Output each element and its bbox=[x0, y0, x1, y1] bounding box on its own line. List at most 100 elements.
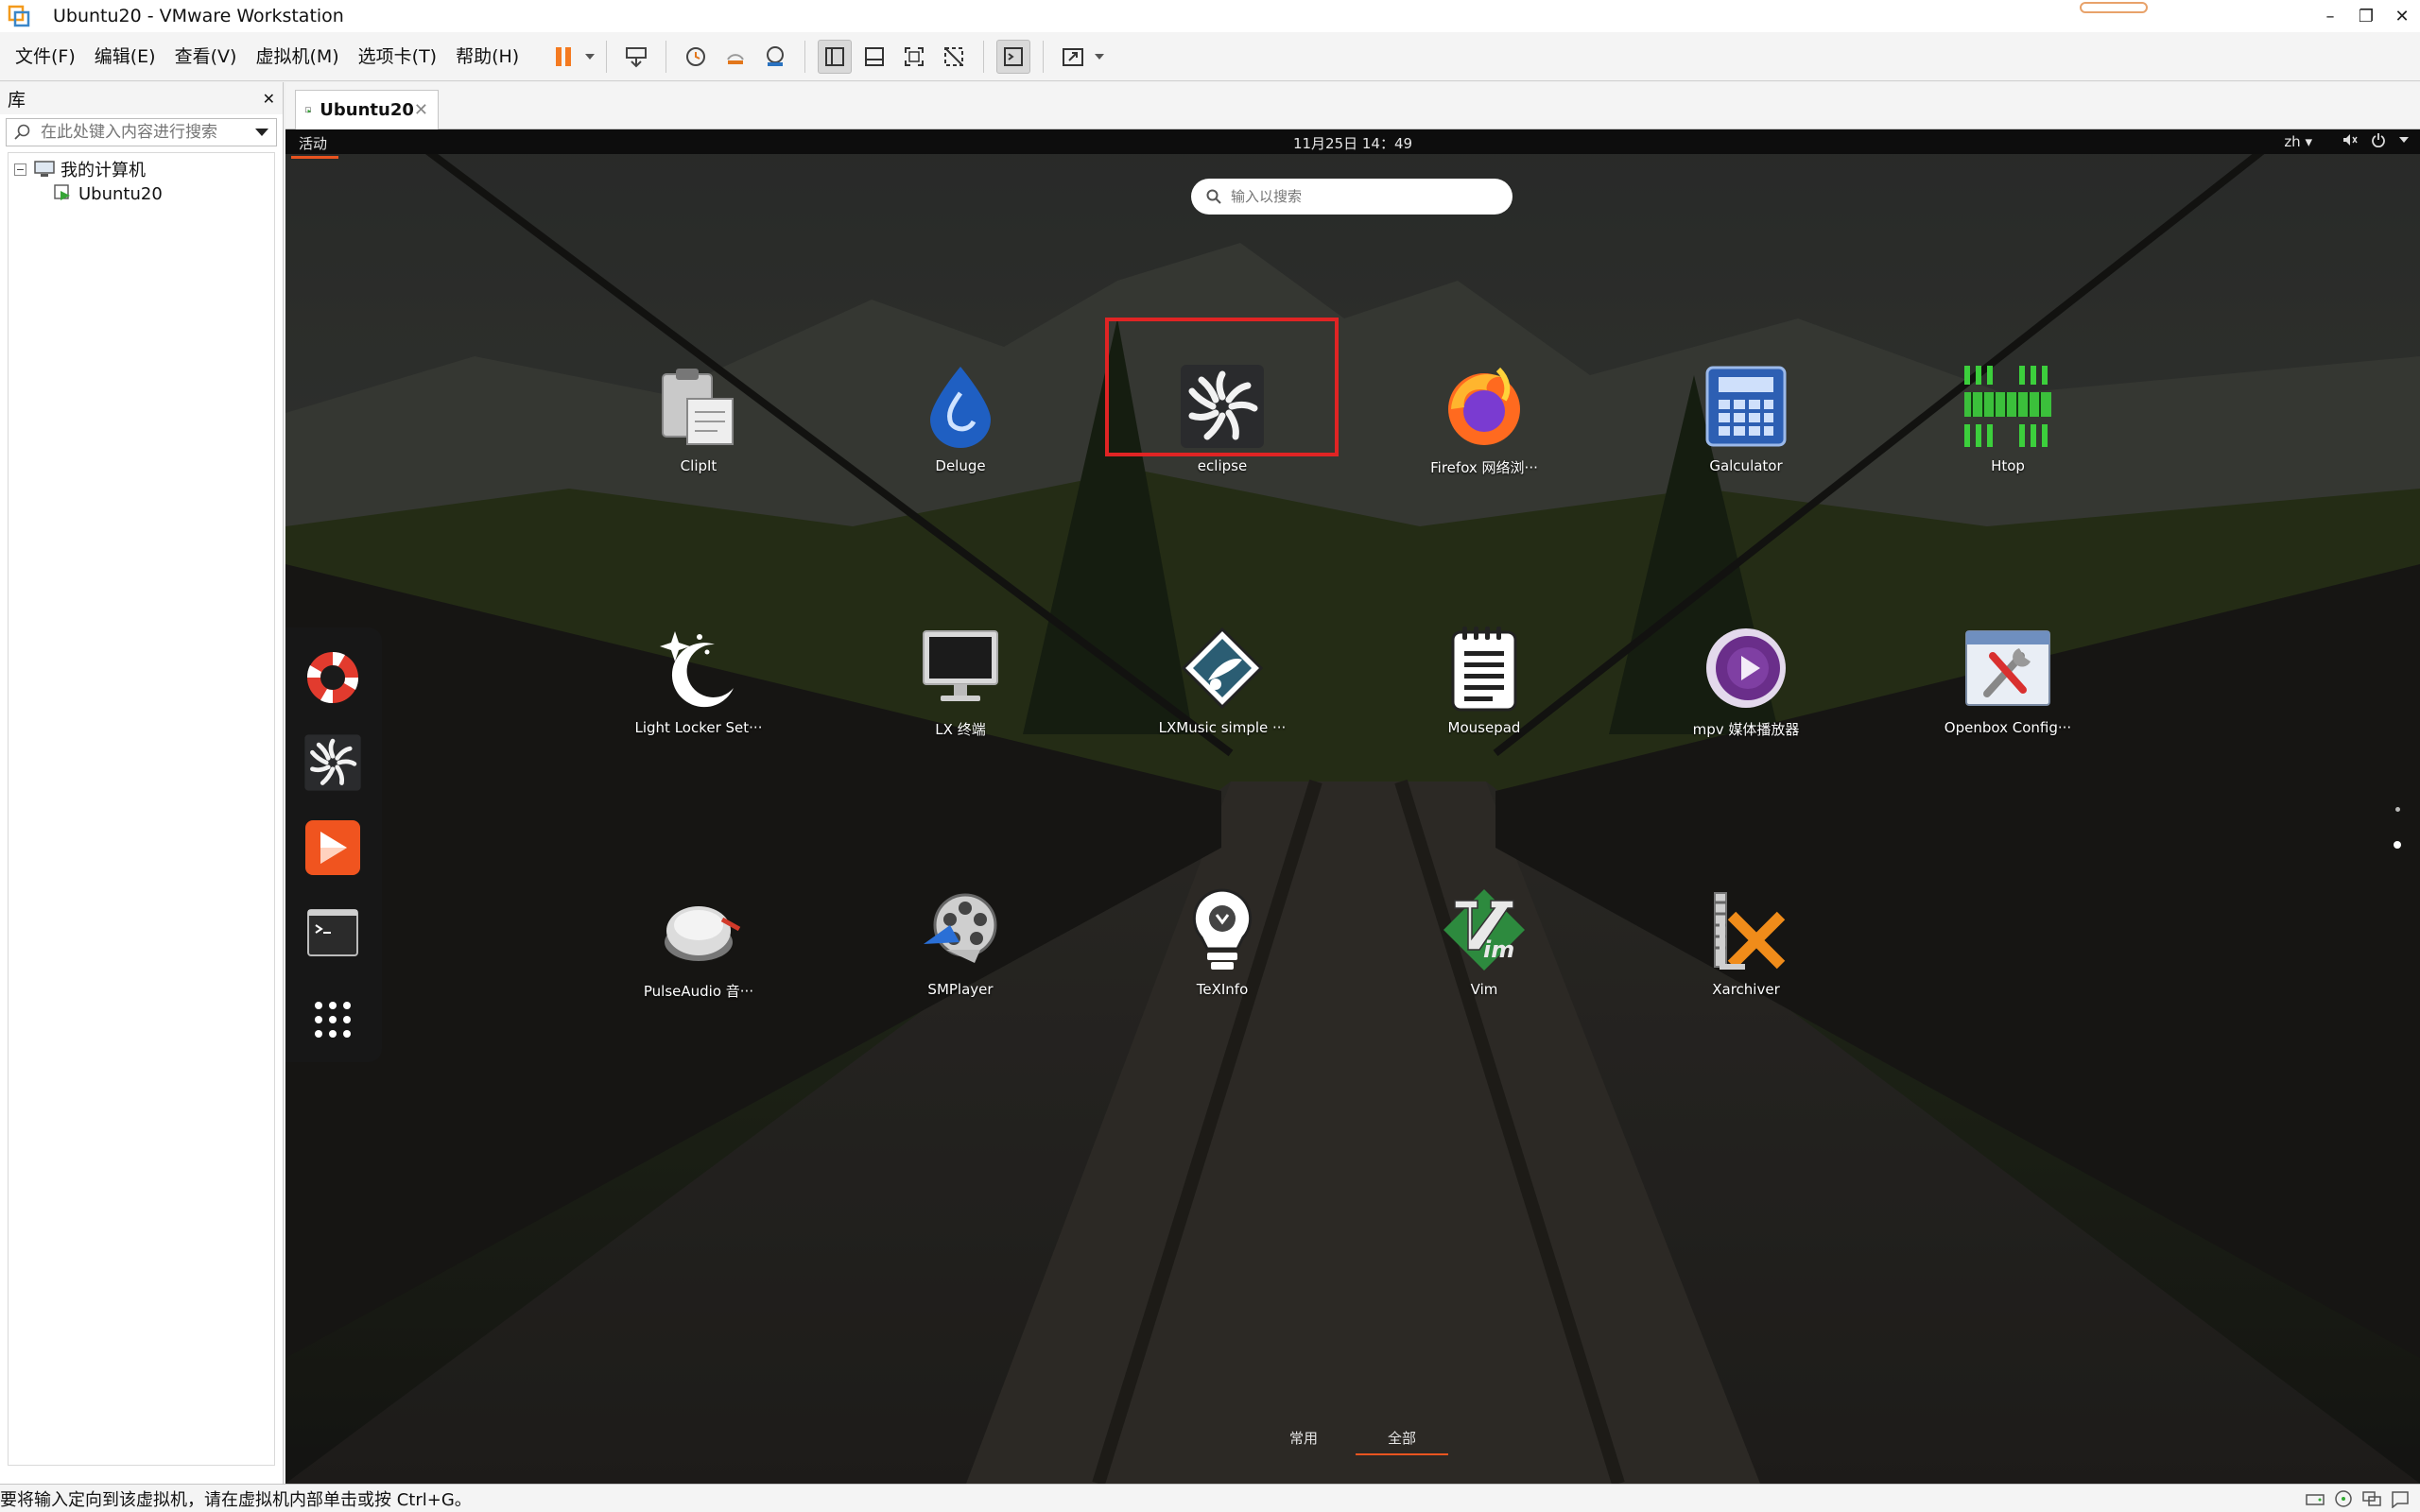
vm-tab-bar: Ubuntu20 ✕ bbox=[285, 82, 2420, 129]
tree-node-label: 我的计算机 bbox=[60, 161, 146, 180]
app-label: PulseAudio 音··· bbox=[643, 983, 754, 1000]
vmware-app-icon bbox=[8, 5, 30, 27]
system-menu[interactable] bbox=[2342, 132, 2409, 147]
snapshot-button[interactable] bbox=[679, 40, 713, 74]
tab-label: Ubuntu20 bbox=[320, 100, 414, 120]
send-ctrl-alt-del-button[interactable] bbox=[619, 40, 653, 74]
lifebuoy-icon bbox=[306, 651, 359, 704]
show-library-button[interactable] bbox=[818, 39, 853, 74]
tab-all[interactable]: 全部 bbox=[1355, 1428, 1449, 1455]
pause-button[interactable] bbox=[546, 40, 580, 74]
show-applications-button[interactable] bbox=[302, 988, 364, 1051]
page-indicator-2[interactable] bbox=[2394, 841, 2401, 849]
status-bar: 要将输入定向到该虚拟机，请在虚拟机内部单击或按 Ctrl+G。 bbox=[0, 1484, 2420, 1512]
close-library-button[interactable]: ✕ bbox=[263, 90, 275, 108]
app-vim[interactable]: im Vim bbox=[1390, 885, 1579, 1026]
console-view-button[interactable] bbox=[996, 39, 1031, 74]
tab-ubuntu20[interactable]: Ubuntu20 ✕ bbox=[295, 90, 439, 129]
dock-help[interactable] bbox=[302, 646, 364, 709]
app-smplayer[interactable]: SMPlayer bbox=[866, 885, 1055, 1026]
restore-button[interactable]: ❐ bbox=[2348, 0, 2384, 32]
thumbnail-bar-button[interactable] bbox=[857, 40, 891, 74]
tree-node-label: Ubuntu20 bbox=[78, 183, 163, 204]
full-screen-button[interactable] bbox=[897, 40, 931, 74]
app-deluge[interactable]: Deluge bbox=[866, 361, 1055, 503]
collapse-toggle[interactable]: − bbox=[14, 163, 26, 176]
library-panel: 库 ✕ − 我的计算机 Ubuntu20 bbox=[0, 82, 284, 1484]
app-openbox-config[interactable]: Openbox Config··· bbox=[1913, 623, 2102, 765]
app-clipit[interactable]: ClipIt bbox=[604, 361, 793, 503]
stretch-button[interactable] bbox=[1056, 40, 1090, 74]
library-search-input[interactable] bbox=[41, 123, 255, 142]
guest-clock[interactable]: 11月25日 14：49 bbox=[285, 133, 2420, 153]
svg-text:im: im bbox=[1483, 936, 1514, 963]
dock-media-player[interactable] bbox=[302, 816, 364, 879]
terminal-icon bbox=[307, 909, 358, 956]
title-bar: Ubuntu20 - VMware Workstation – ❐ ✕ bbox=[0, 0, 2420, 32]
close-tab-button[interactable]: ✕ bbox=[414, 100, 428, 120]
menu-tabs[interactable]: 选项卡(T) bbox=[349, 32, 446, 81]
minimize-button[interactable]: – bbox=[2312, 0, 2348, 32]
chevron-down-icon bbox=[585, 53, 596, 60]
app-lxmusic[interactable]: LXMusic simple ··· bbox=[1128, 623, 1317, 765]
power-icon bbox=[2372, 133, 2385, 147]
app-label: Openbox Config··· bbox=[1944, 719, 2072, 736]
menu-help[interactable]: 帮助(H) bbox=[446, 32, 528, 81]
pause-dropdown-caret[interactable] bbox=[583, 40, 596, 74]
menu-edit[interactable]: 编辑(E) bbox=[85, 32, 165, 81]
app-label: TeXInfo bbox=[1196, 981, 1249, 998]
app-firefox[interactable]: Firefox 网络浏··· bbox=[1390, 361, 1579, 503]
app-galculator[interactable]: Galculator bbox=[1651, 361, 1841, 503]
eclipse-icon bbox=[304, 734, 361, 791]
app-search[interactable] bbox=[1191, 179, 1512, 215]
app-pulseaudio[interactable]: PulseAudio 音··· bbox=[604, 885, 793, 1026]
stretch-dropdown-caret[interactable] bbox=[1093, 40, 1106, 74]
message-log-icon[interactable] bbox=[2390, 1489, 2411, 1508]
terminal-icon bbox=[1004, 46, 1024, 66]
tree-node-ubuntu20[interactable]: Ubuntu20 bbox=[14, 181, 268, 206]
tab-frequent[interactable]: 常用 bbox=[1289, 1428, 1318, 1448]
notepad-icon bbox=[1451, 627, 1517, 712]
vim-logo-icon: im bbox=[1443, 889, 1525, 971]
app-xarchiver[interactable]: Xarchiver bbox=[1651, 885, 1841, 1026]
thumbnail-layout-icon bbox=[865, 46, 885, 66]
app-htop[interactable]: Htop bbox=[1913, 361, 2102, 503]
close-window-button[interactable]: ✕ bbox=[2384, 0, 2420, 32]
revert-snapshot-button[interactable] bbox=[718, 40, 752, 74]
app-search-input[interactable] bbox=[1231, 188, 1486, 205]
app-lx-terminal[interactable]: LX 终端 bbox=[866, 623, 1055, 765]
dock-terminal[interactable] bbox=[302, 902, 364, 964]
app-label: ClipIt bbox=[680, 457, 717, 474]
hard-disk-icon[interactable] bbox=[2305, 1489, 2325, 1508]
menu-view[interactable]: 查看(V) bbox=[165, 32, 247, 81]
menu-file[interactable]: 文件(F) bbox=[6, 32, 85, 81]
menu-vm[interactable]: 虚拟机(M) bbox=[246, 32, 348, 81]
library-search[interactable] bbox=[6, 118, 277, 146]
monitor-icon bbox=[923, 630, 998, 701]
network-icon[interactable] bbox=[2361, 1489, 2382, 1508]
chevron-down-icon[interactable] bbox=[255, 129, 268, 136]
app-mousepad[interactable]: Mousepad bbox=[1390, 623, 1579, 765]
page-indicator-1[interactable] bbox=[2395, 807, 2400, 812]
app-label: Xarchiver bbox=[1712, 981, 1780, 998]
menu-toolbar: 文件(F) 编辑(E) 查看(V) 虚拟机(M) 选项卡(T) 帮助(H) bbox=[0, 32, 2420, 81]
snapshot-manager-button[interactable] bbox=[758, 40, 792, 74]
dock-eclipse[interactable] bbox=[302, 731, 364, 794]
app-label: Mousepad bbox=[1447, 719, 1521, 736]
app-grid-icon bbox=[315, 1002, 351, 1038]
unity-button[interactable] bbox=[937, 40, 971, 74]
tree-node-my-computer[interactable]: − 我的计算机 bbox=[14, 157, 268, 181]
cd-drive-icon[interactable] bbox=[2333, 1489, 2354, 1508]
library-tree: − 我的计算机 Ubuntu20 bbox=[8, 152, 275, 1466]
app-mpv[interactable]: mpv 媒体播放器 bbox=[1651, 623, 1841, 765]
revert-snapshot-icon bbox=[727, 53, 745, 64]
volume-knob-icon bbox=[665, 906, 741, 961]
vm-guest-screen[interactable]: 活动 11月25日 14：49 zh ▾ ClipIt Deluge eclip… bbox=[285, 129, 2420, 1484]
guest-dock bbox=[285, 627, 382, 1062]
title-drag-handle[interactable] bbox=[2080, 2, 2148, 13]
speaker-muted-icon bbox=[2343, 134, 2358, 146]
input-method-selector[interactable]: zh ▾ bbox=[2284, 133, 2312, 150]
search-icon bbox=[1206, 189, 1221, 204]
app-light-locker-settings[interactable]: Light Locker Set··· bbox=[604, 623, 793, 765]
app-texinfo[interactable]: TeXInfo bbox=[1128, 885, 1317, 1026]
